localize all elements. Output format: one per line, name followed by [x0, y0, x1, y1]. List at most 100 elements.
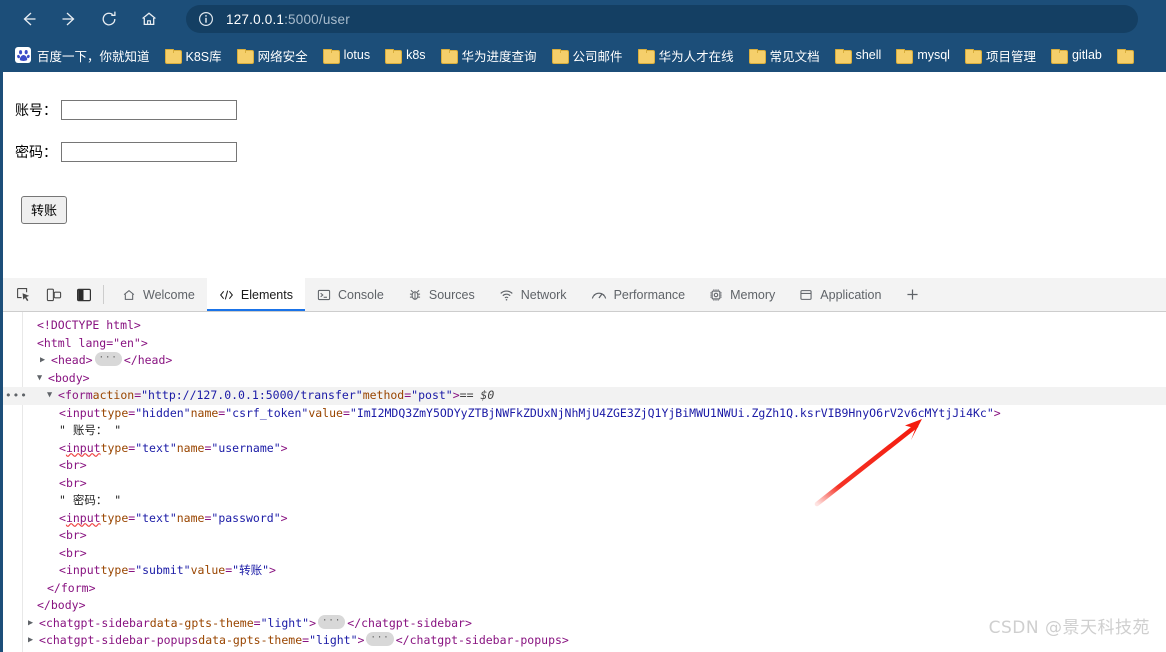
sidebar-close-tag-name: chatgpt-sidebar — [361, 615, 465, 630]
username-type-value: "text" — [135, 440, 177, 455]
inspect-element-icon[interactable] — [9, 278, 39, 311]
username-type-attr: type — [100, 440, 129, 455]
dom-node-form-close[interactable]: </form > — [3, 580, 1166, 598]
tab-network[interactable]: Network — [487, 278, 579, 311]
username-input[interactable] — [61, 100, 237, 120]
collapsed-children-icon[interactable]: ··· — [318, 614, 346, 629]
console-prompt-icon — [317, 288, 331, 302]
dom-node-br-3[interactable]: < br > — [3, 527, 1166, 545]
browser-toolbar: 127.0.0.1:5000/user — [0, 0, 1166, 38]
forward-button[interactable] — [52, 4, 86, 34]
reload-button[interactable] — [92, 4, 126, 34]
bookmark-huawei-talent[interactable]: 华为人才在线 — [631, 43, 741, 68]
password-label: 密码： — [15, 145, 57, 161]
tab-welcome[interactable]: Welcome — [110, 278, 207, 311]
expand-triangle-popups-icon[interactable]: ▶ — [28, 632, 39, 650]
expand-triangle-head-icon[interactable]: ▶ — [40, 352, 51, 370]
chip-icon — [709, 288, 723, 302]
folder-icon — [834, 48, 852, 64]
dom-node-form-open[interactable]: ••• ▼ < form action = "http://127.0.0.1:5000/… — [3, 387, 1166, 405]
bookmark-huawei-progress[interactable]: 华为进度查询 — [434, 43, 544, 68]
transfer-submit-button[interactable]: 转账 — [21, 196, 68, 224]
dom-node-br-2[interactable]: < br > — [3, 475, 1166, 493]
address-bar[interactable]: 127.0.0.1:5000/user — [186, 5, 1138, 33]
csrf-type-value: "hidden" — [135, 405, 191, 420]
tab-elements[interactable]: Elements — [206, 278, 306, 311]
bookmark-common-docs[interactable]: 常见文档 — [742, 43, 827, 68]
home-icon — [142, 12, 156, 26]
bookmark-shell[interactable]: shell — [828, 45, 889, 65]
tab-console[interactable]: Console — [305, 278, 396, 311]
password-input[interactable] — [61, 142, 237, 162]
username-row: 账号： — [15, 100, 1166, 120]
add-panel-button[interactable] — [893, 278, 932, 311]
dom-node-head[interactable]: ▶ < head > ··· </head > — [3, 352, 1166, 370]
password-type-attr: type — [100, 510, 129, 525]
bookmark-network-security[interactable]: 网络安全 — [230, 43, 315, 68]
body-tag-name: body — [54, 370, 83, 385]
back-button[interactable] — [12, 4, 46, 34]
tab-memory[interactable]: Memory — [697, 278, 787, 311]
collapse-triangle-body-icon[interactable]: ▼ — [37, 370, 48, 388]
arrow-left-icon — [23, 12, 36, 26]
dom-node-input-username[interactable]: < input type = "text" name = "username" > — [3, 440, 1166, 458]
tab-application[interactable]: Application — [787, 278, 893, 311]
popups-theme-value: "light" — [309, 633, 358, 647]
csrf-tag-name: input — [65, 405, 101, 420]
dom-node-br-1[interactable]: < br > — [3, 457, 1166, 475]
dom-tree[interactable]: <!DOCTYPE html> <html lang="en"> ▶ < head >… — [3, 312, 1166, 652]
bookmark-label: 华为人才在线 — [658, 49, 734, 64]
submit-type-value: "submit" — [135, 563, 191, 577]
bookmark-gitlab[interactable]: gitlab — [1044, 45, 1109, 65]
baidu-icon — [15, 47, 31, 63]
dom-node-br-4[interactable]: < br > — [3, 545, 1166, 563]
devtools-panel: Welcome Elements Console Sources Network… — [0, 278, 1166, 652]
password-row: 密码： — [15, 142, 1166, 162]
form-close-tag-name: form — [60, 580, 89, 595]
folder-icon — [1050, 48, 1068, 64]
bookmark-overflow[interactable] — [1110, 46, 1139, 65]
bookmark-mysql[interactable]: mysql — [889, 45, 957, 65]
dock-side-icon[interactable] — [69, 278, 99, 311]
dom-node-text-password[interactable]: " 密码： " — [3, 492, 1166, 510]
form-method-value: "post" — [411, 388, 453, 402]
folder-icon — [551, 48, 569, 64]
dom-node-csrf-input[interactable]: < input type = "hidden" name = "csrf_token" v… — [3, 405, 1166, 423]
info-circle-icon[interactable] — [198, 11, 214, 27]
dom-node-body-open[interactable]: ▼ < body > — [3, 370, 1166, 388]
submit-value-value: "转账" — [232, 563, 270, 577]
node-badge-icon[interactable]: ••• — [5, 390, 28, 401]
tab-performance[interactable]: Performance — [579, 278, 698, 311]
bookmark-project-mgmt[interactable]: 项目管理 — [958, 43, 1043, 68]
bookmark-company-mail[interactable]: 公司邮件 — [545, 43, 630, 68]
collapsed-children-icon[interactable]: ··· — [366, 632, 394, 646]
expand-triangle-sidebar-icon[interactable]: ▶ — [28, 615, 39, 633]
bookmark-k8s[interactable]: k8s — [378, 45, 432, 65]
dom-node-body-close[interactable]: </body > — [3, 597, 1166, 615]
csrf-name-value: "csrf_token" — [225, 405, 309, 420]
toolbar-divider — [103, 285, 104, 304]
tab-label: Console — [337, 287, 384, 302]
bookmark-baidu[interactable]: 百度一下，你就知道 — [8, 43, 157, 68]
code-brackets-icon — [219, 288, 234, 302]
collapse-triangle-form-icon[interactable]: ▼ — [47, 387, 58, 405]
form-action-attr: action — [92, 388, 135, 402]
html-open-text: <html lang="en"> — [37, 335, 148, 350]
tab-sources[interactable]: Sources — [396, 278, 487, 311]
home-button[interactable] — [132, 4, 166, 34]
bookmark-k8s-ku[interactable]: K8S库 — [158, 43, 229, 68]
device-toolbar-icon[interactable] — [39, 278, 69, 311]
body-close-tag-name: body — [50, 598, 79, 612]
tab-label: Elements — [240, 287, 293, 302]
dom-node-input-password[interactable]: < input type = "text" name = "password" > — [3, 510, 1166, 528]
form-method-attr: method — [362, 388, 405, 402]
dom-node-doctype[interactable]: <!DOCTYPE html> — [3, 317, 1166, 335]
dom-node-html-open[interactable]: <html lang="en"> — [3, 335, 1166, 353]
bookmark-lotus[interactable]: lotus — [316, 45, 377, 65]
dom-node-input-submit[interactable]: < input type = "submit" value = "转账" > — [3, 562, 1166, 580]
tab-label: Sources — [428, 287, 475, 302]
username-name-value: "username" — [211, 440, 281, 455]
collapsed-children-icon[interactable]: ··· — [94, 352, 122, 366]
dom-node-text-username[interactable]: " 账号： " — [3, 422, 1166, 440]
watermark: CSDN @景天科技苑 — [988, 618, 1150, 638]
